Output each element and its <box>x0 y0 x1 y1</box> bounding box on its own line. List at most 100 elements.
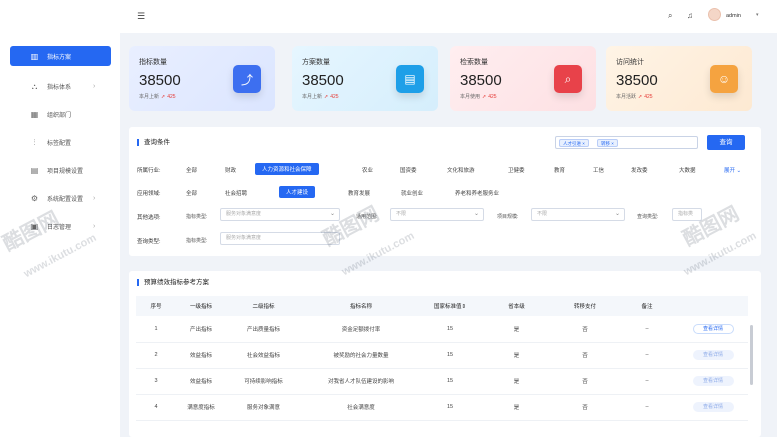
avatar[interactable] <box>708 8 721 21</box>
cell-prov: 是 <box>479 342 554 369</box>
sidebar: ▥ 指标方案 ⛬ 指标体系 › ▦ 组织部门 ⫶ 标签配置 ▤ 项目规模设置 ⚙… <box>0 0 120 437</box>
settings-icon: ⚙ <box>30 193 39 203</box>
search-icon[interactable]: ⌕ <box>668 11 672 21</box>
industry-option[interactable]: 工信 <box>593 166 604 174</box>
expand-toggle[interactable]: 展开 ⌄ <box>724 166 741 174</box>
industry-option[interactable]: 全部 <box>186 166 197 174</box>
trend-up-icon: ➚ <box>638 94 643 100</box>
view-detail-button[interactable]: 查看详情 <box>692 376 734 386</box>
query-type-select[interactable]: 指标类 <box>672 208 702 221</box>
cell-std: 15 <box>421 368 479 395</box>
tag-input[interactable]: 人才引进 × 转移 × <box>555 136 698 149</box>
sort-icon: ⇕ <box>461 304 467 310</box>
domain-label: 应用领域: <box>137 191 161 197</box>
domain-option[interactable]: 就业创业 <box>401 189 423 197</box>
sidebar-item-label: 指标方案 <box>47 54 72 61</box>
bar-chart-icon: ▥ <box>30 51 39 61</box>
cell-l1: 满意度指标 <box>176 394 226 421</box>
table-header-row: 序号 一级指标 二级指标 指标名称 国家标准值⇕ 省本级 转移支付 备注 <box>136 296 748 316</box>
stat-sub: 本月使用 ➚ 425 <box>460 94 497 100</box>
sidebar-item-label: 组织部门 <box>47 112 72 119</box>
chevron-right-icon: › <box>93 222 96 230</box>
indicator-type2-select[interactable]: 服务对象满意度 <box>220 232 340 245</box>
industry-label: 所属行业: <box>137 168 161 174</box>
view-detail-button[interactable]: 查看详情 <box>692 350 734 360</box>
cell-transfer: 否 <box>554 342 616 369</box>
cell-transfer: 否 <box>554 394 616 421</box>
cell-l1: 产出指标 <box>176 316 226 343</box>
sidebar-item-tags[interactable]: ⫶ 标签配置 <box>0 128 120 156</box>
query-type-label: 查询类型: <box>637 214 659 220</box>
table-scrollbar[interactable] <box>750 325 753 385</box>
industry-option[interactable]: 卫健委 <box>508 166 525 174</box>
sidebar-item-project-scale[interactable]: ▤ 项目规模设置 <box>0 156 120 184</box>
query-type2-label: 查询类型: <box>137 239 161 245</box>
view-detail-button[interactable]: 查看详情 <box>692 402 734 412</box>
cell-l1: 效益指标 <box>176 368 226 395</box>
cell-std: 15 <box>421 316 479 343</box>
bell-icon[interactable]: ♫ <box>687 11 693 20</box>
tag-chip[interactable]: 转移 × <box>597 139 618 147</box>
cell-prov: 是 <box>479 316 554 343</box>
sidebar-item-departments[interactable]: ▦ 组织部门 <box>0 100 120 128</box>
industry-option[interactable]: 文化和旅游 <box>447 166 475 174</box>
chevron-down-icon[interactable]: ▾ <box>756 12 759 18</box>
industry-option[interactable]: 国资委 <box>400 166 417 174</box>
cell-note: – <box>616 394 678 421</box>
document-icon: ▤ <box>396 65 424 93</box>
log-icon: ▣ <box>30 221 39 231</box>
template-icon: ▤ <box>30 165 39 175</box>
cell-l1: 效益指标 <box>176 342 226 369</box>
cell-std: 15 <box>421 394 479 421</box>
cell-l2: 服务对象满意 <box>226 394 301 421</box>
cell-prov: 是 <box>479 394 554 421</box>
hierarchy-icon: ⛬ <box>31 81 38 91</box>
stat-card-indicators[interactable]: 指标数量 38500 本月上新 ➚ 425 ⤴ <box>129 46 275 111</box>
col-header-sortable[interactable]: 国家标准值⇕ <box>421 296 479 316</box>
scale-select[interactable]: 不限 ⌄ <box>531 208 625 221</box>
domain-option[interactable]: 养老和养老服务业 <box>455 189 499 197</box>
query-button[interactable]: 查询 <box>707 135 745 150</box>
trend-up-icon: ➚ <box>482 94 487 100</box>
domain-option[interactable]: 教育发展 <box>348 189 370 197</box>
sidebar-item-system-config[interactable]: ⚙ 系统配置设置 › <box>0 184 120 212</box>
industry-option[interactable]: 农业 <box>362 166 373 174</box>
industry-option[interactable]: 财政 <box>225 166 236 174</box>
cell-note: – <box>616 368 678 395</box>
industry-option-selected[interactable]: 人力资源和社会保障 <box>255 163 319 175</box>
sidebar-item-label: 日志管理 <box>47 224 72 231</box>
username[interactable]: admin <box>726 13 741 19</box>
stat-card-searches[interactable]: 检索数量 38500 本月使用 ➚ 425 ⌕ <box>450 46 596 111</box>
industry-option[interactable]: 教育 <box>554 166 565 174</box>
view-detail-button[interactable]: 查看详情 <box>692 323 734 334</box>
stat-sub: 本月上新 ➚ 425 <box>302 94 339 100</box>
applicable-select[interactable]: 不限 ⌄ <box>390 208 484 221</box>
sidebar-item-logs[interactable]: ▣ 日志管理 › <box>0 212 120 240</box>
cell-action: 查看详情 <box>678 394 748 421</box>
sidebar-item-indicator-plan[interactable]: ▥ 指标方案 <box>10 46 111 66</box>
tag-chip[interactable]: 人才引进 × <box>559 139 589 147</box>
indicator-type-label: 指标类型: <box>186 214 208 220</box>
col-header: 备注 <box>616 296 678 316</box>
industry-option[interactable]: 大数据 <box>679 166 696 174</box>
stat-card-visits[interactable]: 访问统计 38500 本月活跃 ➚ 425 ☺ <box>606 46 752 111</box>
indicator-type-select[interactable]: 服务对象满意度 ⌄ <box>220 208 340 221</box>
domain-option[interactable]: 全部 <box>186 189 197 197</box>
industry-option[interactable]: 发改委 <box>631 166 648 174</box>
col-header: 一级指标 <box>176 296 226 316</box>
indicator-table: 序号 一级指标 二级指标 指标名称 国家标准值⇕ 省本级 转移支付 备注 1 产… <box>136 296 748 421</box>
scale-label: 项目规模: <box>497 214 519 220</box>
cell-no: 2 <box>136 342 176 369</box>
domain-option-selected[interactable]: 人才建设 <box>279 186 316 198</box>
sidebar-item-indicator-system[interactable]: ⛬ 指标体系 › <box>0 72 120 100</box>
stat-card-plans[interactable]: 方案数量 38500 本月上新 ➚ 425 ▤ <box>292 46 438 111</box>
sliders-icon: ⫶ <box>33 137 36 147</box>
domain-option[interactable]: 社会招聘 <box>225 189 247 197</box>
cell-note: – <box>616 342 678 369</box>
cell-std: 15 <box>421 342 479 369</box>
menu-toggle-icon[interactable]: ☰ <box>137 11 145 22</box>
stat-sub: 本月上新 ➚ 425 <box>139 94 176 100</box>
table-row: 1 产出指标 产出质量指标 资金足额拨付率 15 是 否 – 查看详情 <box>136 316 748 343</box>
chevron-down-icon: ⌄ <box>329 211 335 217</box>
cell-transfer: 否 <box>554 316 616 343</box>
